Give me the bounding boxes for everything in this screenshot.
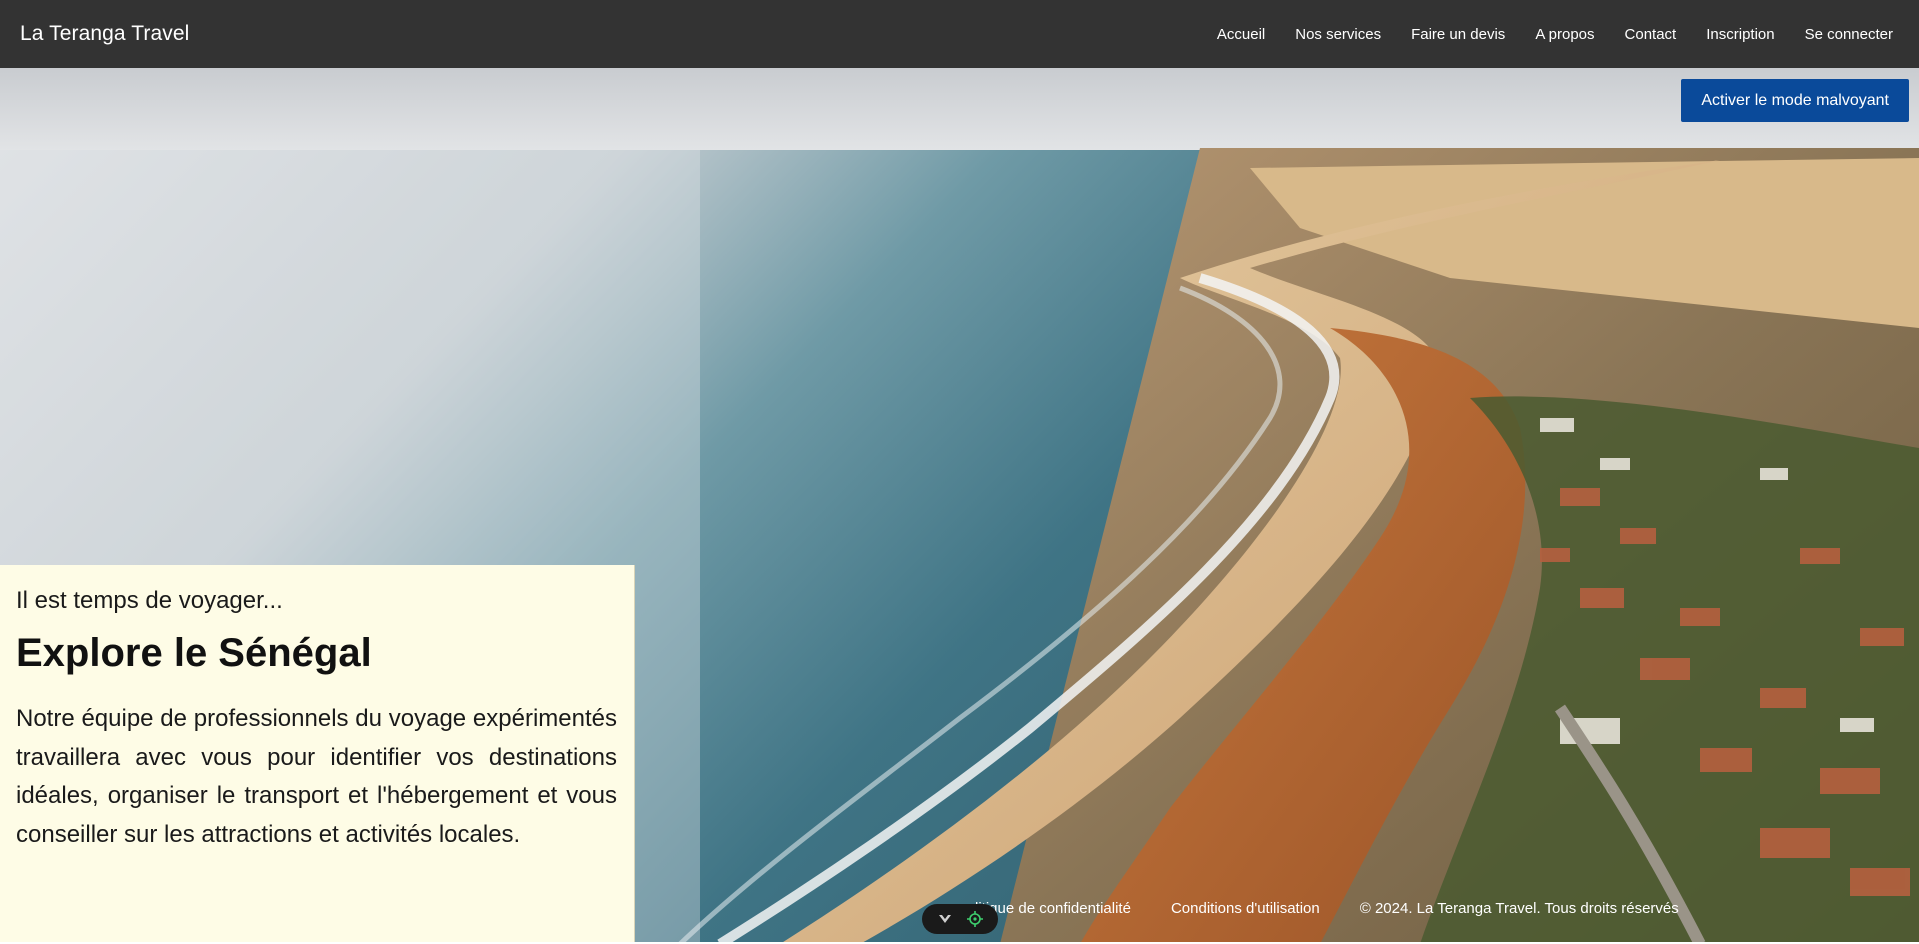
accessibility-mode-button[interactable]: Activer le mode malvoyant [1681, 79, 1909, 122]
target-icon[interactable] [966, 910, 984, 928]
nav-link-inscription[interactable]: Inscription [1691, 26, 1789, 43]
nav-links: Accueil Nos services Faire un devis A pr… [1202, 26, 1899, 43]
intro-panel: Il est temps de voyager... Explore le Sé… [0, 565, 635, 944]
nav-link-accueil[interactable]: Accueil [1202, 26, 1280, 43]
nav-link-login[interactable]: Se connecter [1790, 26, 1899, 43]
navbar: La Teranga Travel Accueil Nos services F… [0, 0, 1919, 68]
floating-widget [922, 904, 998, 934]
nav-link-contact[interactable]: Contact [1610, 26, 1692, 43]
footer-terms-link[interactable]: Conditions d'utilisation [1171, 900, 1320, 917]
nav-link-services[interactable]: Nos services [1280, 26, 1396, 43]
footer-links: litique de confidentialité Conditions d'… [975, 900, 1679, 917]
chevron-down-icon[interactable] [936, 910, 954, 928]
tagline: Il est temps de voyager... [16, 587, 283, 614]
page-title: Explore le Sénégal [16, 631, 372, 675]
intro-paragraph: Notre équipe de professionnels du voyage… [16, 705, 617, 848]
nav-link-devis[interactable]: Faire un devis [1396, 26, 1520, 43]
nav-link-apropos[interactable]: A propos [1520, 26, 1609, 43]
brand-logo[interactable]: La Teranga Travel [20, 22, 189, 46]
footer-copyright: © 2024. La Teranga Travel. Tous droits r… [1359, 900, 1679, 917]
footer-privacy-link[interactable]: litique de confidentialité [975, 900, 1131, 917]
